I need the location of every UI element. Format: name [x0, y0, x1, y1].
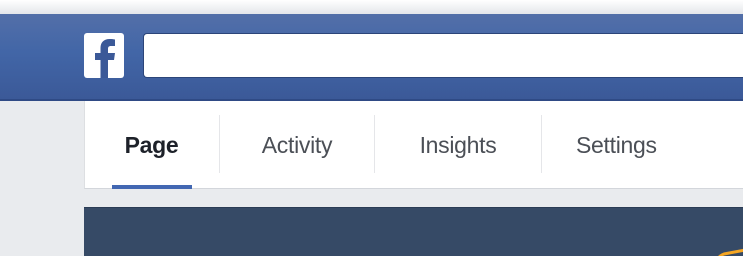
tab-page-label: Page — [124, 131, 179, 158]
active-tab-indicator — [112, 185, 192, 189]
facebook-logo-icon[interactable]: f — [84, 33, 124, 78]
page-tabs-bar: Page Activity Insights Settings — [84, 101, 743, 189]
tab-insights-label: Insights — [419, 131, 497, 158]
tab-activity[interactable]: Activity — [220, 101, 374, 189]
tab-settings-label: Settings — [576, 131, 657, 158]
cover-photo[interactable] — [84, 207, 743, 256]
browser-top-strip — [0, 0, 743, 14]
tab-insights[interactable]: Insights — [375, 101, 541, 189]
tab-activity-label: Activity — [261, 131, 333, 158]
cover-accent-shape — [718, 248, 743, 256]
search-input[interactable] — [143, 33, 743, 78]
tab-settings[interactable]: Settings — [542, 101, 732, 189]
tab-page[interactable]: Page — [85, 101, 218, 189]
